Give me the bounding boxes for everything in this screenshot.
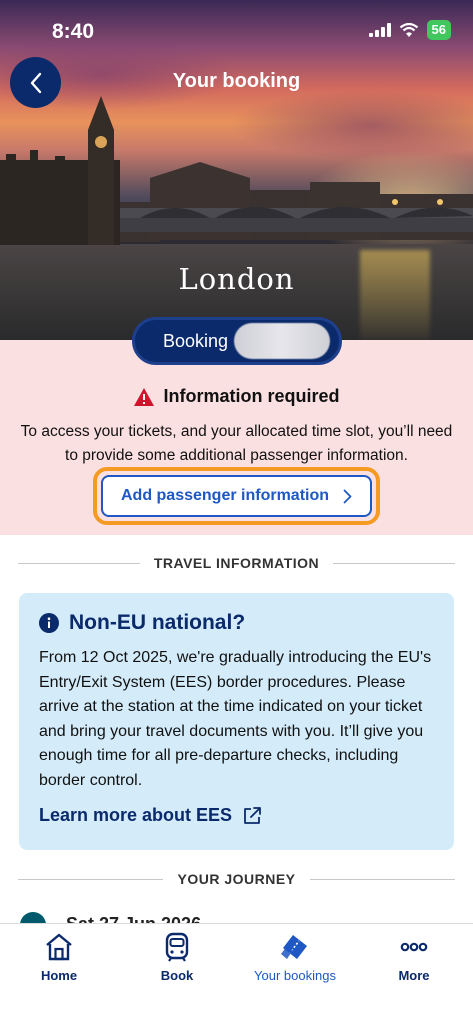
tab-more-label: More xyxy=(398,968,430,983)
tab-your-bookings-label: Your bookings xyxy=(254,968,336,983)
learn-more-ees-label: Learn more about EES xyxy=(39,805,233,825)
train-icon xyxy=(165,932,189,962)
non-eu-notice-body: From 12 Oct 2025, we're gradually introd… xyxy=(39,649,432,789)
external-link-icon xyxy=(244,806,261,824)
travel-information-divider: TRAVEL INFORMATION xyxy=(18,555,456,571)
add-passenger-information-button[interactable]: Add passenger information xyxy=(101,475,372,517)
status-icons: 56 xyxy=(368,20,451,40)
information-required-heading: Information required xyxy=(0,386,473,407)
battery-indicator: 56 xyxy=(426,20,451,40)
tab-more[interactable]: More xyxy=(359,932,469,983)
warning-icon xyxy=(134,387,155,406)
learn-more-ees-link[interactable]: Learn more about EES xyxy=(39,805,262,826)
booking-label: Booking xyxy=(163,330,229,351)
more-icon xyxy=(400,942,428,952)
your-journey-divider: YOUR JOURNEY xyxy=(18,871,455,887)
tab-home[interactable]: Home xyxy=(4,932,114,983)
travel-information-heading: TRAVEL INFORMATION xyxy=(153,555,320,571)
information-required-banner: Information required To access your tick… xyxy=(0,340,473,535)
tab-book[interactable]: Book xyxy=(122,932,232,983)
page-title: Your booking xyxy=(172,70,301,92)
booking-reference-pill: Booking xyxy=(132,317,342,365)
tab-your-bookings[interactable]: Your bookings xyxy=(240,932,350,983)
booking-reference-redacted xyxy=(234,323,331,359)
tab-book-label: Book xyxy=(160,968,194,983)
destination-city: London xyxy=(178,262,295,296)
non-eu-notice-heading: Non-EU national? xyxy=(39,611,245,635)
london-skyline-image xyxy=(0,96,473,245)
non-eu-notice-title: Non-EU national? xyxy=(69,611,246,634)
highlight-outline: Add passenger information xyxy=(93,467,380,525)
add-passenger-information-label: Add passenger information xyxy=(120,487,330,504)
information-required-title: Information required xyxy=(163,386,340,406)
chevron-right-icon xyxy=(343,489,352,503)
tab-home-label: Home xyxy=(40,968,78,983)
your-journey-heading: YOUR JOURNEY xyxy=(177,871,296,887)
info-icon xyxy=(39,613,59,633)
non-eu-notice-card: Non-EU national? From 12 Oct 2025, we're… xyxy=(19,593,454,850)
status-time: 8:40 xyxy=(52,20,95,43)
bottom-tab-bar: Home Book Your bookings More xyxy=(0,923,473,1024)
signal-icon xyxy=(368,23,391,37)
tickets-icon xyxy=(281,935,307,959)
home-icon xyxy=(46,933,72,961)
information-required-text: To access your tickets, and your allocat… xyxy=(20,423,453,464)
journey-card-peek[interactable]: Sat 27 Jun 2026 xyxy=(20,910,320,924)
wifi-icon xyxy=(399,22,418,37)
